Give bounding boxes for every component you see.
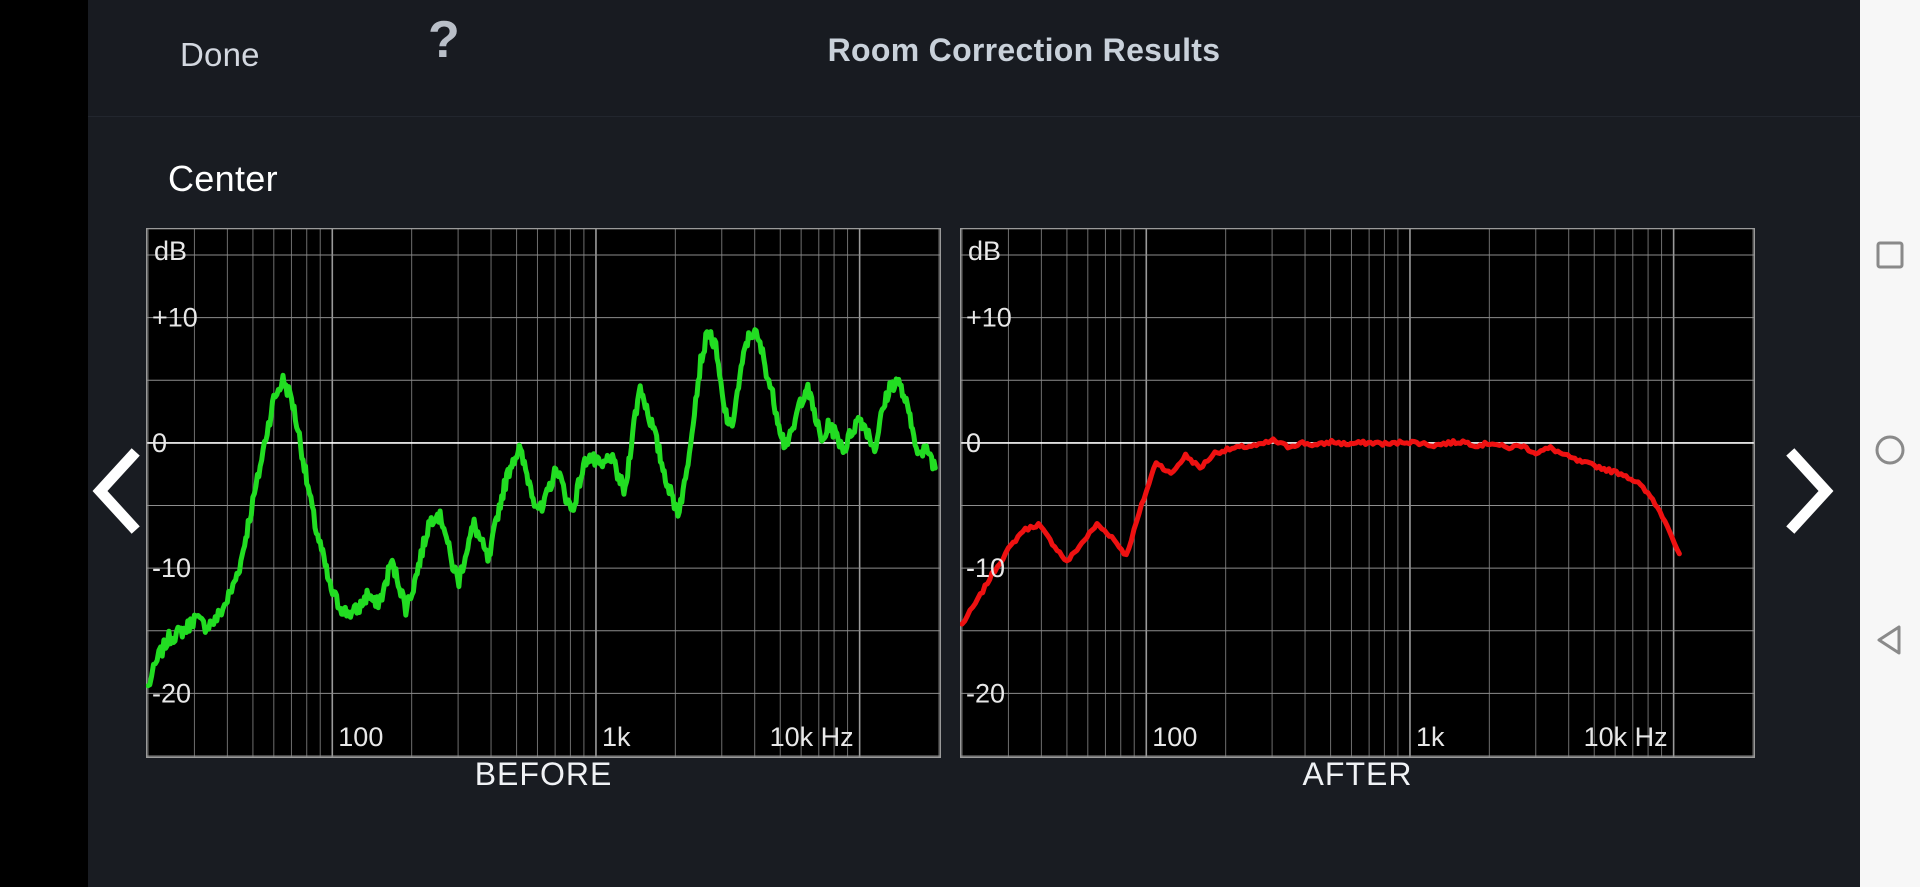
chart-caption-before: BEFORE [474,756,613,792]
charts-row: dB +10 0 -10 -20 100 1k 10k Hz BEFORE dB +10 0 -10… [88,228,1860,792]
system-navigation-bar [1860,0,1920,887]
top-app-bar: Done ? Room Correction Results [88,0,1860,117]
chart-before: dB +10 0 -10 -20 100 1k 10k Hz BEFORE [146,228,941,792]
frequency-response-plot-after: dB +10 0 -10 -20 100 1k 10k Hz [960,228,1755,758]
svg-text:-20: -20 [966,678,1005,708]
svg-text:+10: +10 [152,303,198,333]
svg-text:10k Hz: 10k Hz [1584,722,1668,752]
screen: Done ? Room Correction Results Center dB… [0,0,1920,887]
chart-caption-after: AFTER [1302,756,1413,792]
svg-text:0: 0 [152,428,167,458]
svg-text:10k Hz: 10k Hz [770,722,854,752]
chart-after: dB +10 0 -10 -20 100 1k 10k Hz AFTER [960,228,1755,792]
back-button[interactable] [1870,620,1910,660]
channel-name-label: Center [168,158,278,199]
svg-text:1k: 1k [602,722,631,752]
app-surface: Done ? Room Correction Results Center dB… [88,0,1860,887]
plot-area-after: dB +10 0 -10 -20 100 1k 10k Hz [960,228,1755,758]
svg-text:dB: dB [968,236,1001,266]
svg-text:+10: +10 [966,303,1012,333]
frequency-response-plot-before: dB +10 0 -10 -20 100 1k 10k Hz [146,228,941,758]
recent-apps-button[interactable] [1870,235,1910,275]
plot-area-before: dB +10 0 -10 -20 100 1k 10k Hz [146,228,941,758]
svg-text:100: 100 [1152,722,1197,752]
page-title: Room Correction Results [827,32,1221,68]
triangle-left-icon [1870,620,1910,660]
svg-text:1k: 1k [1416,722,1445,752]
svg-text:-10: -10 [966,553,1005,583]
circle-icon [1870,430,1910,470]
device-bezel-left [0,0,88,887]
home-button[interactable] [1870,430,1910,470]
svg-text:0: 0 [966,428,981,458]
svg-text:-10: -10 [152,553,191,583]
svg-text:100: 100 [338,722,383,752]
square-icon [1870,235,1910,275]
svg-text:-20: -20 [152,678,191,708]
svg-text:dB: dB [154,236,187,266]
